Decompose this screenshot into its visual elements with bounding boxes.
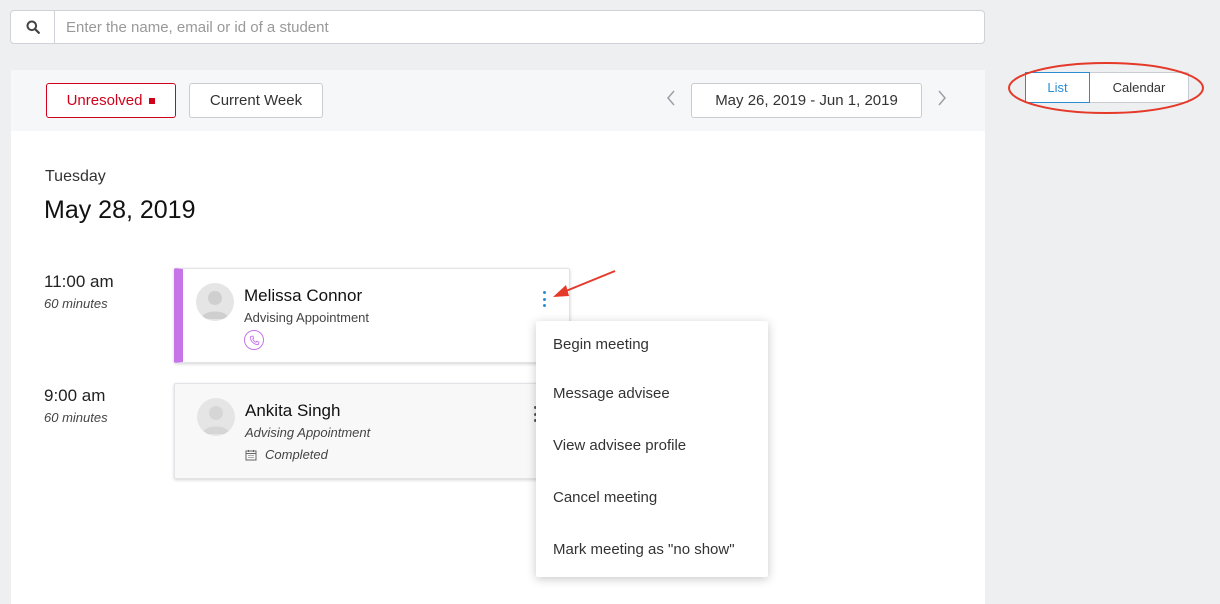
chevron-left-icon: [667, 90, 675, 106]
avatar: [196, 283, 234, 321]
chevron-right-icon: [938, 90, 946, 106]
current-week-button[interactable]: Current Week: [189, 83, 323, 118]
user-placeholder-icon: [201, 291, 229, 319]
appointment-type: Advising Appointment: [244, 310, 370, 325]
prev-week-button[interactable]: [663, 90, 679, 110]
appointment-status-label: Completed: [265, 447, 328, 462]
calendar-icon: [245, 449, 257, 460]
date-range-button[interactable]: May 26, 2019 - Jun 1, 2019: [691, 83, 922, 118]
appointment-card[interactable]: Melissa Connor Advising Appointment: [174, 268, 570, 363]
search-button[interactable]: [11, 11, 55, 43]
unresolved-label: Unresolved: [66, 92, 143, 109]
appointment-actions-menu: Begin meeting Message advisee View advis…: [536, 321, 768, 577]
menu-item-begin-meeting[interactable]: Begin meeting: [536, 321, 768, 367]
search-bar: [10, 10, 985, 44]
appointment-duration: 60 minutes: [44, 296, 108, 311]
calendar-view-button[interactable]: Calendar: [1090, 73, 1188, 102]
current-week-label: Current Week: [209, 92, 303, 109]
unresolved-filter-button[interactable]: Unresolved: [46, 83, 176, 118]
day-weekday: Tuesday: [45, 168, 106, 185]
menu-item-cancel-meeting[interactable]: Cancel meeting: [536, 471, 768, 523]
search-input[interactable]: [55, 11, 984, 43]
appointment-student-name[interactable]: Melissa Connor: [244, 286, 362, 306]
schedule-panel: Unresolved Current Week May 26, 2019 - J…: [11, 70, 985, 604]
appointment-duration: 60 minutes: [44, 410, 108, 425]
date-range-label: May 26, 2019 - Jun 1, 2019: [715, 92, 898, 109]
phone-icon: [244, 330, 264, 350]
appointment-time: 11:00 am: [44, 272, 114, 291]
menu-item-message-advisee[interactable]: Message advisee: [536, 367, 768, 419]
next-week-button[interactable]: [934, 90, 950, 110]
day-date: May 28, 2019: [44, 196, 196, 224]
appointment-type: Advising Appointment: [245, 425, 371, 440]
menu-item-view-profile[interactable]: View advisee profile: [536, 419, 768, 471]
panel-header: Unresolved Current Week May 26, 2019 - J…: [11, 70, 985, 131]
more-options-icon[interactable]: [541, 291, 547, 307]
appointment-student-name[interactable]: Ankita Singh: [245, 401, 340, 421]
unresolved-indicator: [149, 97, 156, 104]
appointment-card[interactable]: Ankita Singh Advising Appointment Comple…: [174, 383, 544, 479]
menu-item-no-show[interactable]: Mark meeting as "no show": [536, 523, 768, 575]
appointment-time: 9:00 am: [44, 386, 106, 405]
list-view-button[interactable]: List: [1025, 72, 1090, 103]
search-icon: [26, 20, 40, 34]
user-placeholder-icon: [202, 406, 230, 434]
appointment-status: Completed: [245, 447, 328, 462]
view-toggle: List Calendar: [1025, 72, 1189, 103]
avatar: [197, 398, 235, 436]
